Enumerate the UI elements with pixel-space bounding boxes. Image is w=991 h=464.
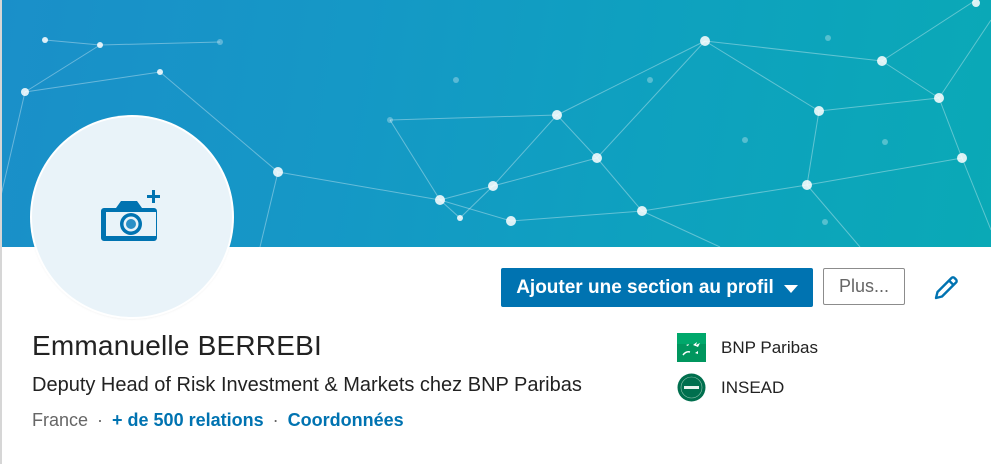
separator: · [272,410,279,430]
add-profile-section-label: Ajouter une section au profil [516,276,774,298]
edit-intro-button[interactable] [931,273,961,303]
affiliation-label: INSEAD [721,377,785,397]
affiliation-insead[interactable]: INSEAD [677,373,784,402]
insead-logo [677,373,706,402]
profile-photo-upload[interactable] [32,117,232,317]
card-left-border [0,0,2,464]
affiliation-bnp-paribas[interactable]: BNP Paribas [677,333,818,362]
more-button[interactable]: Plus... [823,268,905,305]
contact-info-link[interactable]: Coordonnées [288,410,404,431]
profile-name: Emmanuelle BERREBI [32,330,322,361]
bnp-paribas-logo [677,333,706,362]
separator: · [97,410,104,430]
camera-plus-icon [101,190,160,241]
affiliation-label: BNP Paribas [721,337,819,357]
caret-down-icon [783,284,798,293]
pencil-icon [934,276,958,300]
connections-link[interactable]: + de 500 relations [112,410,264,431]
profile-headline: Deputy Head of Risk Investment & Markets… [32,374,582,396]
add-profile-section-button[interactable]: Ajouter une section au profil [501,268,813,307]
profile-meta: France · + de 500 relations · Coordonnée… [32,410,404,431]
profile-card: Ajouter une section au profil Plus... Em… [0,0,991,464]
location-text: France [32,410,89,430]
